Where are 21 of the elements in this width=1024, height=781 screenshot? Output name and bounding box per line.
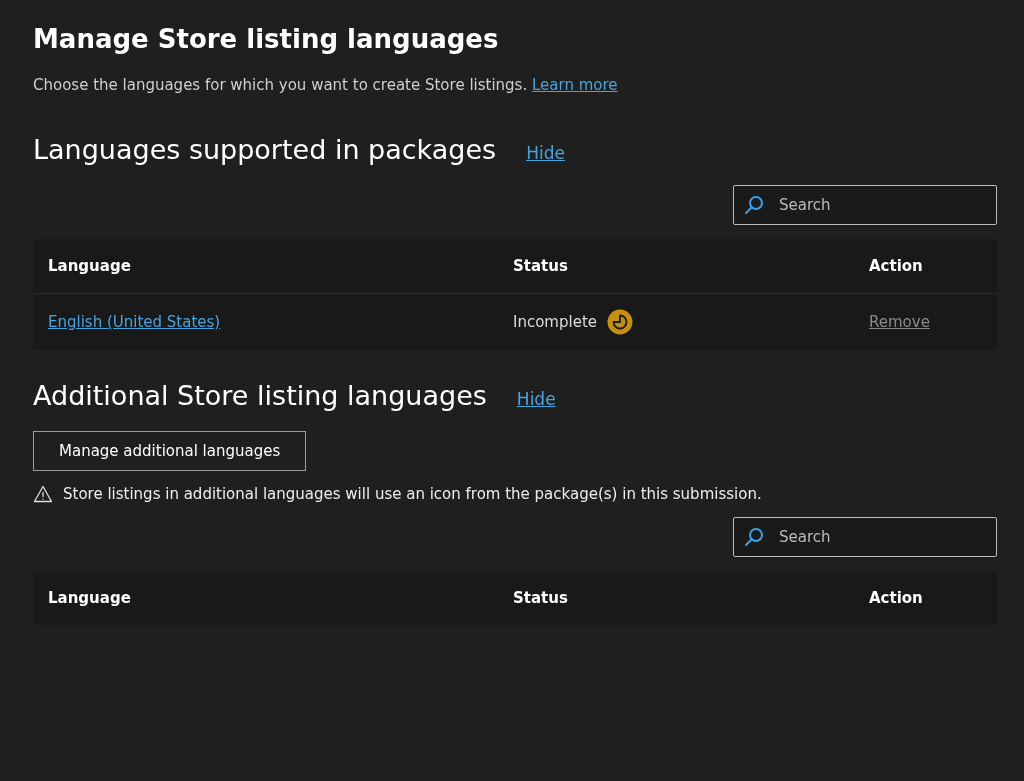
column-header: Status <box>513 589 569 607</box>
warning-icon <box>33 485 53 503</box>
search-icon <box>743 526 765 548</box>
search-icon <box>743 194 765 216</box>
learn-more-link[interactable]: Learn more <box>531 76 618 94</box>
status-text: Incomplete <box>513 313 597 331</box>
section-heading: Languages supported in packages <box>33 134 497 165</box>
search-field[interactable]: Search <box>733 517 997 557</box>
manage-languages-button[interactable]: Manage additional languages <box>33 431 307 471</box>
column-header: Action <box>869 589 924 607</box>
column-header: Language <box>48 257 132 275</box>
column-header: Action <box>869 257 924 275</box>
page-title: Manage Store listing languages <box>33 24 500 54</box>
hide-link[interactable]: Hide <box>516 389 556 409</box>
hide-link[interactable]: Hide <box>526 143 565 163</box>
column-header: Status <box>513 257 569 275</box>
section-heading: Additional Store listing languages <box>33 380 487 411</box>
warning-text: Store listings in additional languages will use an icon from the package(s) in this submission. <box>63 485 762 503</box>
intro-text: Choose the languages for which you want to create Store listings. <box>33 76 528 94</box>
search-field[interactable]: Search <box>733 185 997 225</box>
column-header: Language <box>48 589 132 607</box>
